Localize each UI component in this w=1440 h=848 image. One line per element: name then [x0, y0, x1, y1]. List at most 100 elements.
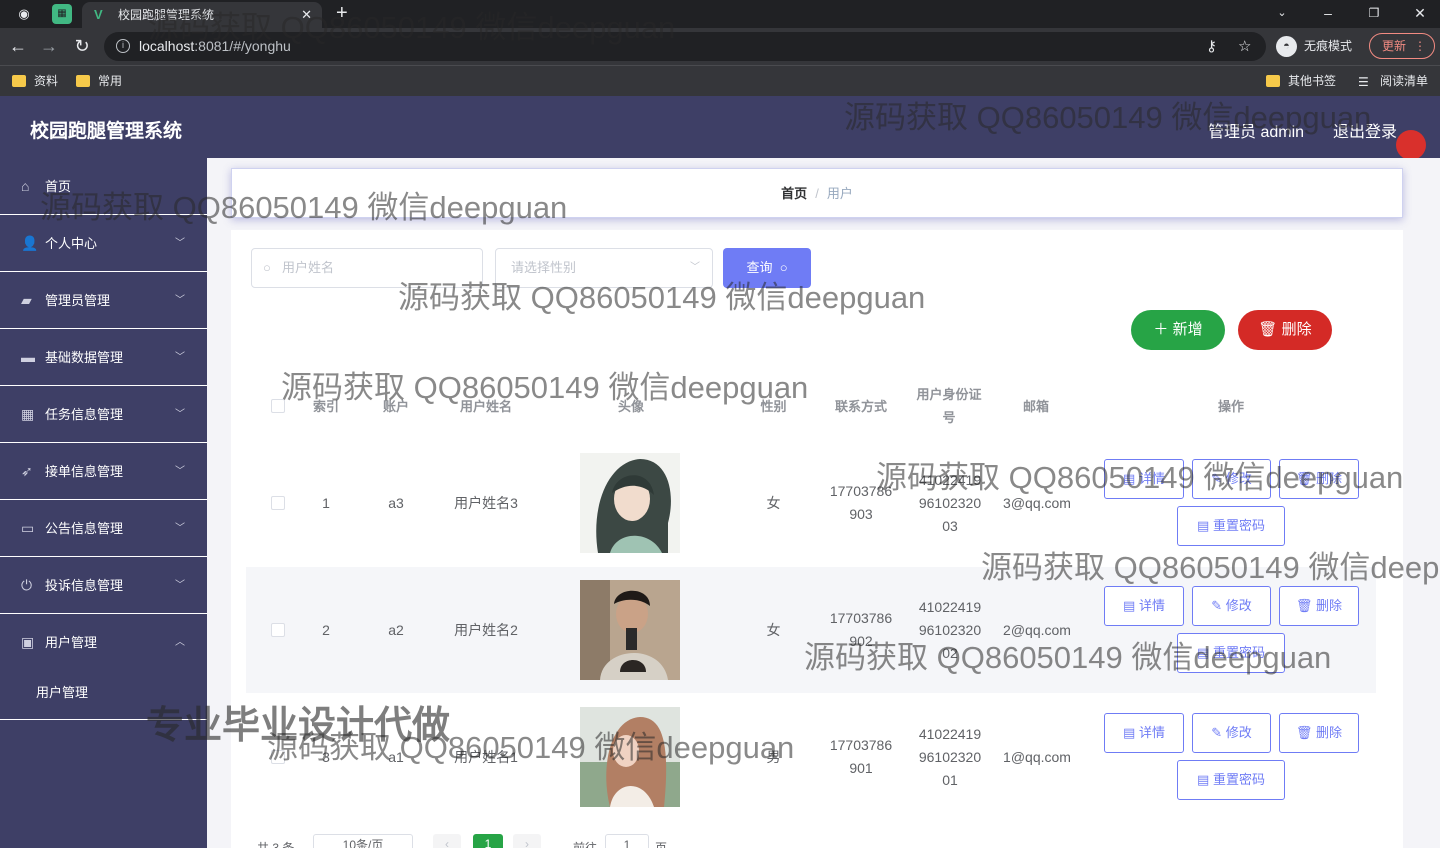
browser-tab-active[interactable]: V 校园跑腿管理系统 ✕ — [82, 2, 322, 28]
browser-tab-bar: ◉ ▦ V 校园跑腿管理系统 ✕ + ⌄ – ❐ ✕ — [0, 0, 1440, 28]
reload-icon[interactable]: ↻ — [71, 36, 93, 56]
query-label: 查询 — [746, 260, 773, 275]
cursor-highlight — [1396, 130, 1426, 160]
update-label: 更新 — [1382, 39, 1407, 53]
select-all-checkbox[interactable] — [271, 399, 285, 413]
edit-icon: ✎ — [1211, 471, 1226, 486]
batch-delete-button[interactable]: 🗑 删除 — [1238, 310, 1332, 350]
minimize-icon[interactable]: – — [1314, 2, 1342, 24]
sidebar-item-profile[interactable]: 👤 个人中心 ﹀ — [0, 215, 207, 272]
edit-button[interactable]: ✎ 修改 — [1192, 713, 1271, 753]
address-bar[interactable]: i localhost:8081/#/yonghu ⚷ ☆ — [104, 32, 1266, 61]
incognito-icon: ◓ — [1276, 36, 1297, 57]
reading-list[interactable]: ☰ 阅读清单 — [1358, 72, 1428, 90]
row-checkbox[interactable] — [271, 623, 285, 637]
search-icon: ○ — [776, 260, 788, 275]
bookmark-folder-2[interactable]: 常用 — [76, 72, 122, 90]
add-button[interactable]: ＋ 新增 — [1131, 310, 1225, 350]
reset-password-button[interactable]: ▤ 重置密码 — [1177, 506, 1285, 546]
sidebar-item-order[interactable]: ➶ 接单信息管理 ﹀ — [0, 443, 207, 500]
sidebar-item-home[interactable]: ⌂ 首页 — [0, 158, 207, 215]
power-icon: ⏻ — [21, 577, 33, 593]
incognito-indicator[interactable]: ◓ 无痕模式 — [1276, 33, 1352, 59]
goto-suffix: 页 — [655, 841, 668, 848]
sidebar-item-label: 公告信息管理 — [45, 521, 124, 536]
row-checkbox[interactable] — [271, 750, 285, 764]
reading-list-label: 阅读清单 — [1380, 74, 1429, 88]
send-icon: ➶ — [21, 463, 33, 479]
cell-account: a2 — [388, 621, 404, 638]
delete-button[interactable]: 🗑 删除 — [1279, 586, 1359, 626]
new-tab-button[interactable]: + — [336, 2, 348, 24]
detail-label: 详情 — [1138, 471, 1165, 486]
query-button[interactable]: 查询 ○ — [723, 248, 811, 288]
column-header-actions: 操作 — [1217, 398, 1244, 414]
restore-icon[interactable]: ❐ — [1360, 2, 1388, 24]
reset-password-button[interactable]: ▤ 重置密码 — [1177, 633, 1285, 673]
tab-close-icon[interactable]: ✕ — [301, 2, 312, 28]
detail-label: 详情 — [1138, 725, 1165, 740]
logout-link[interactable]: 退出登录 — [1333, 118, 1397, 142]
breadcrumb-home[interactable]: 首页 — [781, 186, 807, 201]
vue-extension-icon[interactable]: ▦ — [52, 4, 72, 24]
cell-name: 用户姓名3 — [454, 494, 518, 511]
sidebar-item-label: 基础数据管理 — [45, 350, 124, 365]
cell-gender: 女 — [766, 621, 781, 638]
bookmark-label: 常用 — [98, 74, 123, 88]
sidebar-item-complaint[interactable]: ⏻ 投诉信息管理 ﹀ — [0, 557, 207, 614]
column-header-idcard: 用户身份证号 — [916, 387, 982, 425]
cell-idcard: 410224199610232003 — [918, 471, 982, 534]
back-icon[interactable]: ← — [7, 36, 29, 56]
next-page-icon[interactable]: › — [513, 834, 541, 848]
row-checkbox[interactable] — [271, 496, 285, 510]
user-avatar — [580, 580, 680, 680]
app-header: 校园跑腿管理系统 管理员 admin 退出登录 — [0, 96, 1440, 158]
goto-page-input[interactable]: 1 — [605, 834, 649, 848]
document-icon: ▤ — [1123, 725, 1139, 740]
edit-button[interactable]: ✎ 修改 — [1192, 459, 1271, 499]
sidebar-item-admin[interactable]: ▰ 管理员管理 ﹀ — [0, 272, 207, 329]
page-number-current[interactable]: 1 — [473, 834, 503, 848]
cell-idcard: 410224199610232002 — [918, 598, 982, 661]
chevron-down-icon: ﹀ — [175, 580, 185, 591]
forward-icon[interactable]: → — [38, 36, 60, 56]
sidebar-item-label: 任务信息管理 — [45, 407, 124, 422]
sidebar-item-notice[interactable]: ▭ 公告信息管理 ﹀ — [0, 500, 207, 557]
prev-page-icon[interactable]: ‹ — [433, 834, 461, 848]
gender-select[interactable]: 请选择性别 ﹀ — [495, 248, 713, 288]
detail-button[interactable]: ▤ 详情 — [1104, 459, 1184, 499]
tab-title: 校园跑腿管理系统 — [118, 8, 215, 22]
update-button[interactable]: 更新 ⋮ — [1369, 33, 1435, 59]
more-menu-icon[interactable]: ⋮ — [1414, 34, 1426, 58]
window-close-icon[interactable]: ✕ — [1406, 2, 1434, 24]
admin-name: 管理员 admin — [1208, 124, 1305, 141]
page-size-select[interactable]: 10条/页 — [313, 834, 413, 848]
browser-menu-icon[interactable]: ◉ — [14, 4, 34, 24]
delete-label: 删除 — [1281, 321, 1312, 338]
site-info-icon[interactable]: i — [116, 39, 130, 53]
cell-index: 1 — [322, 494, 330, 511]
delete-button[interactable]: 🗑 删除 — [1279, 459, 1359, 499]
sidebar-item-users[interactable]: ▣ 用户管理 ︿ — [0, 614, 207, 671]
cell-email: 1@qq.com — [1003, 748, 1071, 765]
reset-password-button[interactable]: ▤ 重置密码 — [1177, 760, 1285, 800]
delete-button[interactable]: 🗑 删除 — [1279, 713, 1359, 753]
user-name-search-input[interactable]: ○ 用户姓名 — [251, 248, 483, 288]
key-icon[interactable]: ⚷ — [1206, 32, 1217, 61]
detail-button[interactable]: ▤ 详情 — [1104, 713, 1184, 753]
tab-search-icon[interactable]: ⌄ — [1268, 2, 1296, 24]
sidebar-item-label: 接单信息管理 — [45, 464, 124, 479]
delete-label: 删除 — [1316, 598, 1343, 613]
sidebar-item-basedata[interactable]: ▬ 基础数据管理 ﹀ — [0, 329, 207, 386]
bookmark-label: 资料 — [34, 74, 59, 88]
sidebar-item-label: 管理员管理 — [45, 293, 111, 308]
bookmark-folder-1[interactable]: 资料 — [12, 72, 58, 90]
detail-button[interactable]: ▤ 详情 — [1104, 586, 1184, 626]
search-placeholder: 用户姓名 — [282, 260, 335, 275]
user-table-panel: ○ 用户姓名 请选择性别 ﹀ 查询 ○ ＋ 新增 🗑 删除 索引 账户 用户姓名… — [231, 230, 1403, 848]
sidebar-item-task[interactable]: ▦ 任务信息管理 ﹀ — [0, 386, 207, 443]
bookmark-star-icon[interactable]: ☆ — [1238, 32, 1251, 61]
cell-phone: 17703786901 — [829, 737, 893, 776]
edit-button[interactable]: ✎ 修改 — [1192, 586, 1271, 626]
other-bookmarks[interactable]: 其他书签 — [1266, 72, 1336, 90]
